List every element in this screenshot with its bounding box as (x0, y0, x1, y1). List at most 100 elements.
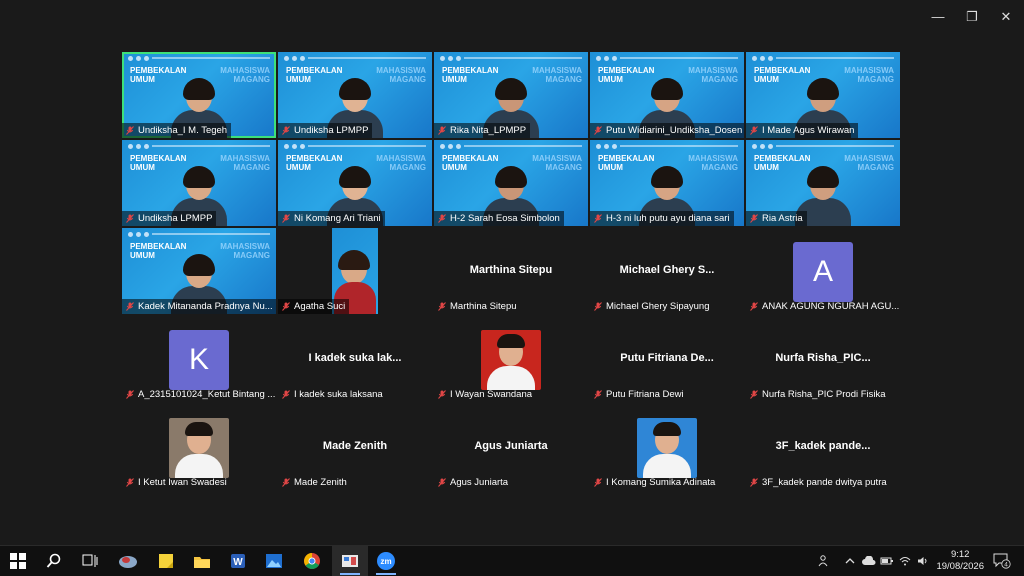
window-restore-button[interactable]: ❐ (960, 6, 984, 28)
participant-name-label: I Wayan Swandana (434, 387, 536, 402)
participant-name-label: I Komang Sumika Adinata (590, 475, 719, 490)
participant-name-label: Kadek Mitananda Pradnya Nu... (122, 299, 276, 314)
battery-icon[interactable] (878, 546, 896, 576)
participant-tile[interactable]: I kadek suka lak... I kadek suka laksana (278, 316, 432, 402)
mic-muted-icon (438, 214, 446, 223)
search-icon[interactable] (36, 546, 72, 576)
participant-name-label: Agus Juniarta (434, 475, 512, 490)
mic-muted-icon (594, 302, 602, 311)
participant-tile[interactable]: I Komang Sumika Adinata (590, 404, 744, 490)
mic-muted-icon (282, 302, 290, 311)
participant-name-label: I Ketut Iwan Swadesi (122, 475, 231, 490)
mic-muted-icon (282, 126, 290, 135)
participant-display-name: 3F_kadek pande... (775, 440, 871, 452)
participant-tile[interactable]: I Wayan Swandana (434, 316, 588, 402)
svg-text:W: W (233, 557, 243, 568)
participant-name-label: Putu Widiarini_Undiksha_Dosen (590, 123, 744, 138)
participant-tile[interactable]: Marthina Sitepu Marthina Sitepu (434, 228, 588, 314)
participant-tile[interactable]: Made Zenith Made Zenith (278, 404, 432, 490)
participant-name-label: Putu Fitriana Dewi (590, 387, 688, 402)
participant-name-label: I Made Agus Wirawan (746, 123, 859, 138)
participant-tile[interactable]: PEMBEKALAN UMUM MAHASISWA MAGANG Ni Komang A… (278, 140, 432, 226)
participant-tile[interactable]: A ANAK AGUNG NGURAH AGU... (746, 228, 900, 314)
clock-date: 19/08/2026 (936, 561, 984, 572)
clock-time: 9:12 (950, 549, 970, 560)
mic-muted-icon (750, 478, 758, 487)
cloud-icon[interactable] (860, 546, 878, 576)
file-explorer-icon[interactable] (184, 546, 220, 576)
slide-logos (128, 231, 270, 237)
chrome-icon[interactable] (294, 546, 330, 576)
mic-muted-icon (750, 214, 758, 223)
mic-muted-icon (438, 478, 446, 487)
mic-muted-icon (126, 214, 134, 223)
slide-logos (128, 143, 270, 149)
participant-photo (637, 418, 697, 478)
chevron-up-icon[interactable] (842, 546, 858, 576)
mic-muted-icon (438, 126, 446, 135)
participant-tile[interactable]: PEMBEKALAN UMUM MAHASISWA MAGANG Rika Nita_L… (434, 52, 588, 138)
slide-logos (752, 143, 894, 149)
mic-muted-icon (126, 478, 134, 487)
svg-text:zm: zm (380, 557, 391, 566)
participant-tile[interactable]: 3F_kadek pande... 3F_kadek pande dwitya p… (746, 404, 900, 490)
photos-icon[interactable] (256, 546, 292, 576)
participant-name-label: Undiksha LPMPP (278, 123, 373, 138)
participant-tile[interactable]: Agus Juniarta Agus Juniarta (434, 404, 588, 490)
participant-tile[interactable]: PEMBEKALAN UMUM MAHASISWA MAGANG H-3 ni luh … (590, 140, 744, 226)
participant-gallery: PEMBEKALAN UMUM MAHASISWA MAGANG Undiksha_I … (122, 52, 902, 492)
participant-display-name: Nurfa Risha_PIC... (775, 352, 871, 364)
mic-muted-icon (594, 390, 602, 399)
window-close-button[interactable]: ✕ (994, 6, 1018, 28)
system-clock[interactable]: 9:12 19/08/2026 (936, 549, 984, 573)
participant-tile[interactable]: I Ketut Iwan Swadesi (122, 404, 276, 490)
mic-muted-icon (750, 126, 758, 135)
participant-tile[interactable]: PEMBEKALAN UMUM MAHASISWA MAGANG Undiksha LP… (122, 140, 276, 226)
participant-name-label: Undiksha LPMPP (122, 211, 217, 226)
participant-tile[interactable]: K A_2315101024_Ketut Bintang ... (122, 316, 276, 402)
participant-tile[interactable]: Nurfa Risha_PIC... Nurfa Risha_PIC Prodi … (746, 316, 900, 402)
windows-start-icon[interactable] (0, 546, 36, 576)
participant-avatar: A (793, 242, 853, 302)
participant-name-label: Rika Nita_LPMPP (434, 123, 531, 138)
participant-name-label: Nurfa Risha_PIC Prodi Fisika (746, 387, 890, 402)
participant-tile[interactable]: Agatha Suci (278, 228, 432, 314)
participant-tile[interactable]: PEMBEKALAN UMUM MAHASISWA MAGANG I Made Agus… (746, 52, 900, 138)
notification-center-icon[interactable]: 4 (990, 546, 1014, 576)
participant-photo (169, 418, 229, 478)
window-minimize-button[interactable]: — (926, 6, 950, 28)
zoom-icon[interactable]: zm (368, 546, 404, 576)
volume-icon[interactable] (914, 546, 932, 576)
participant-tile[interactable]: PEMBEKALAN UMUM MAHASISWA MAGANG Putu Widiar… (590, 52, 744, 138)
participant-name-label: Agatha Suci (278, 299, 350, 314)
participant-display-name: Marthina Sitepu (469, 264, 553, 276)
participant-tile[interactable]: Michael Ghery S... Michael Ghery Sipayung (590, 228, 744, 314)
wifi-icon[interactable] (896, 546, 914, 576)
participant-name-label: 3F_kadek pande dwitya putra (746, 475, 891, 490)
participant-name-label: Undiksha_I M. Tegeh (122, 123, 232, 138)
participant-tile[interactable]: Putu Fitriana De... Putu Fitriana Dewi (590, 316, 744, 402)
participant-display-name: I kadek suka lak... (308, 352, 402, 364)
participant-name-label: I kadek suka laksana (278, 387, 387, 402)
participant-tile[interactable]: PEMBEKALAN UMUM MAHASISWA MAGANG Undiksha LP… (278, 52, 432, 138)
participant-name-label: Marthina Sitepu (434, 299, 521, 314)
task-view-icon[interactable] (72, 546, 108, 576)
app-icon[interactable] (110, 546, 146, 576)
participant-tile[interactable]: PEMBEKALAN UMUM MAHASISWA MAGANG H-2 Sarah E… (434, 140, 588, 226)
word-icon[interactable]: W (220, 546, 256, 576)
slide-logos (596, 55, 738, 61)
participant-display-name: Michael Ghery S... (619, 264, 715, 276)
windows-taskbar: W zm 9:12 19/08/2026 4 (0, 545, 1024, 576)
sticky-notes-icon[interactable] (148, 546, 184, 576)
app-active-icon[interactable] (332, 546, 368, 576)
slide-logos (284, 143, 426, 149)
participant-tile[interactable]: PEMBEKALAN UMUM MAHASISWA MAGANG Undiksha_I … (122, 52, 276, 138)
mic-muted-icon (126, 126, 134, 135)
participant-tile[interactable]: PEMBEKALAN UMUM MAHASISWA MAGANG Kadek Mitan… (122, 228, 276, 314)
participant-tile[interactable]: PEMBEKALAN UMUM MAHASISWA MAGANG Ria Astria (746, 140, 900, 226)
slide-logos (440, 55, 582, 61)
people-icon[interactable] (814, 546, 834, 576)
slide-logos (284, 55, 426, 61)
mic-muted-icon (594, 478, 602, 487)
mic-muted-icon (750, 390, 758, 399)
